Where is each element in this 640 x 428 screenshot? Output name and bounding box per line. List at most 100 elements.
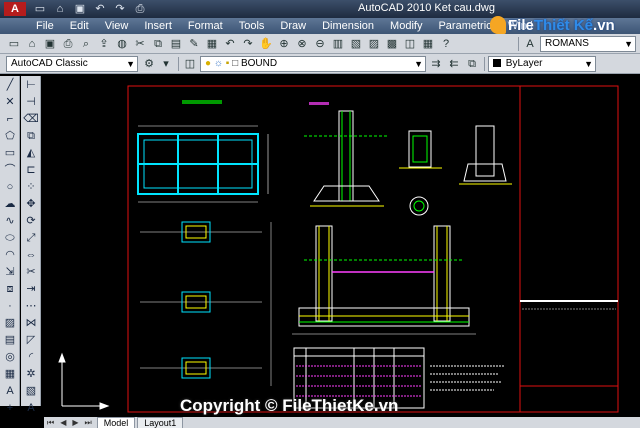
menu-edit[interactable]: Edit (62, 20, 97, 32)
region-icon[interactable]: ◎ (1, 349, 19, 365)
paste-icon[interactable]: ▤ (168, 36, 184, 52)
layer-state-icon[interactable]: ⧉ (464, 56, 480, 72)
gradient-icon[interactable]: ▤ (1, 332, 19, 348)
arc-icon[interactable]: ⌒ (1, 162, 19, 178)
tab-first-icon[interactable]: ⏮ (44, 418, 57, 428)
copy-object-icon[interactable]: ⧉ (22, 128, 40, 144)
redo-icon[interactable]: ↷ (112, 1, 128, 17)
insert-block-icon[interactable]: ⇲ (1, 264, 19, 280)
rotate-icon[interactable]: ⟳ (22, 213, 40, 229)
zoom-realtime-icon[interactable]: ⊕ (276, 36, 292, 52)
point-icon[interactable]: · (1, 298, 19, 314)
autocad-logo-icon[interactable]: A (4, 2, 26, 16)
workspace-dropdown[interactable]: AutoCAD Classic ▼ (6, 56, 138, 72)
undo-icon[interactable]: ↶ (92, 1, 108, 17)
construction-line-icon[interactable]: ✕ (1, 94, 19, 110)
copy-icon[interactable]: ⧉ (150, 36, 166, 52)
pan-icon[interactable]: ✋ (258, 36, 274, 52)
extend-icon[interactable]: ⇥ (22, 281, 40, 297)
fillet-icon[interactable]: ◜ (22, 349, 40, 365)
workspace-save-icon[interactable]: ▾ (158, 56, 174, 72)
ellipse-icon[interactable]: ⬭ (1, 230, 19, 246)
cut-icon[interactable]: ✂ (132, 36, 148, 52)
stretch-icon[interactable]: ⇔ (22, 247, 40, 263)
quickcalc-icon[interactable]: ▦ (420, 36, 436, 52)
properties-icon[interactable]: ▥ (330, 36, 346, 52)
make-object-layer-current-icon[interactable]: ⇉ (428, 56, 444, 72)
hatch-icon[interactable]: ▨ (1, 315, 19, 331)
qnew-icon[interactable]: ▭ (6, 36, 22, 52)
revision-cloud-icon[interactable]: ☁ (1, 196, 19, 212)
add-selected-icon[interactable]: + (1, 400, 19, 416)
tool-palettes-icon[interactable]: ▨ (366, 36, 382, 52)
publish-icon[interactable]: ⇪ (96, 36, 112, 52)
block-editor-icon[interactable]: ▦ (204, 36, 220, 52)
save-icon[interactable]: ▣ (42, 36, 58, 52)
circle-icon[interactable]: ○ (1, 179, 19, 195)
offset-icon[interactable]: ⊏ (22, 162, 40, 178)
spline-icon[interactable]: ∿ (1, 213, 19, 229)
save-icon[interactable]: ▣ (72, 1, 88, 17)
polygon-icon[interactable]: ⬠ (1, 128, 19, 144)
mirror-icon[interactable]: ◭ (22, 145, 40, 161)
markup-icon[interactable]: ◫ (402, 36, 418, 52)
make-block-icon[interactable]: ⧈ (1, 281, 19, 297)
undo-icon[interactable]: ↶ (222, 36, 238, 52)
zoom-previous-icon[interactable]: ⊖ (312, 36, 328, 52)
open-folder-icon[interactable]: ⌂ (52, 1, 68, 17)
line-icon[interactable]: ╱ (1, 77, 19, 93)
menu-modify[interactable]: Modify (382, 20, 430, 32)
move-icon[interactable]: ✥ (22, 196, 40, 212)
dimension-aligned-icon[interactable]: ⊣ (22, 94, 40, 110)
ellipse-arc-icon[interactable]: ◠ (1, 247, 19, 263)
menu-format[interactable]: Format (180, 20, 231, 32)
web-icon[interactable]: ◍ (114, 36, 130, 52)
text-edit-icon[interactable]: A (22, 400, 40, 416)
drawing-canvas[interactable] (44, 76, 640, 416)
color-value: ByLayer (505, 58, 543, 69)
print-icon[interactable]: ⎙ (60, 36, 76, 52)
text-style-dropdown[interactable]: ROMANS ▼ (540, 36, 636, 52)
redo-icon[interactable]: ↷ (240, 36, 256, 52)
menu-file[interactable]: File (0, 20, 62, 32)
plot-preview-icon[interactable]: ⌕ (78, 36, 94, 52)
menu-dimension[interactable]: Dimension (314, 20, 382, 32)
color-dropdown[interactable]: ByLayer ▼ (488, 56, 596, 72)
trim-icon[interactable]: ✂ (22, 264, 40, 280)
tab-last-icon[interactable]: ⏭ (82, 418, 95, 428)
tab-model[interactable]: Model (96, 417, 136, 428)
polyline-icon[interactable]: ⌐ (1, 111, 19, 127)
menu-insert[interactable]: Insert (136, 20, 180, 32)
tab-layout1[interactable]: Layout1 (137, 417, 184, 428)
sheet-set-icon[interactable]: ▩ (384, 36, 400, 52)
workspace-settings-gear-icon[interactable]: ⚙ (141, 56, 157, 72)
help-icon[interactable]: ? (438, 36, 454, 52)
tab-prev-icon[interactable]: ◀ (57, 418, 69, 427)
array-icon[interactable]: ⁘ (22, 179, 40, 195)
tab-next-icon[interactable]: ▶ (69, 418, 81, 427)
open-icon[interactable]: ⌂ (24, 36, 40, 52)
zoom-window-icon[interactable]: ⊗ (294, 36, 310, 52)
layer-previous-icon[interactable]: ⇇ (446, 56, 462, 72)
layer-dropdown[interactable]: ● ☼ ▪ □ BOUND ▼ (200, 56, 426, 72)
text-style-icon[interactable]: A (522, 36, 538, 52)
match-properties-icon[interactable]: ✎ (186, 36, 202, 52)
design-center-icon[interactable]: ▧ (348, 36, 364, 52)
dimension-linear-icon[interactable]: ⊢ (22, 77, 40, 93)
join-icon[interactable]: ⋈ (22, 315, 40, 331)
chamfer-icon[interactable]: ◸ (22, 332, 40, 348)
hatch-edit-icon[interactable]: ▧ (22, 383, 40, 399)
scale-icon[interactable]: ⤢ (22, 230, 40, 246)
menu-tools[interactable]: Tools (231, 20, 273, 32)
explode-icon[interactable]: ✲ (22, 366, 40, 382)
layer-manager-icon[interactable]: ◫ (182, 56, 198, 72)
menu-view[interactable]: View (97, 20, 137, 32)
rectangle-icon[interactable]: ▭ (1, 145, 19, 161)
break-icon[interactable]: ⋯ (22, 298, 40, 314)
menu-draw[interactable]: Draw (272, 20, 314, 32)
erase-icon[interactable]: ⌫ (22, 111, 40, 127)
plot-icon[interactable]: ⎙ (132, 1, 148, 17)
new-file-icon[interactable]: ▭ (32, 1, 48, 17)
table-icon[interactable]: ▦ (1, 366, 19, 382)
multiline-text-icon[interactable]: A (1, 383, 19, 399)
